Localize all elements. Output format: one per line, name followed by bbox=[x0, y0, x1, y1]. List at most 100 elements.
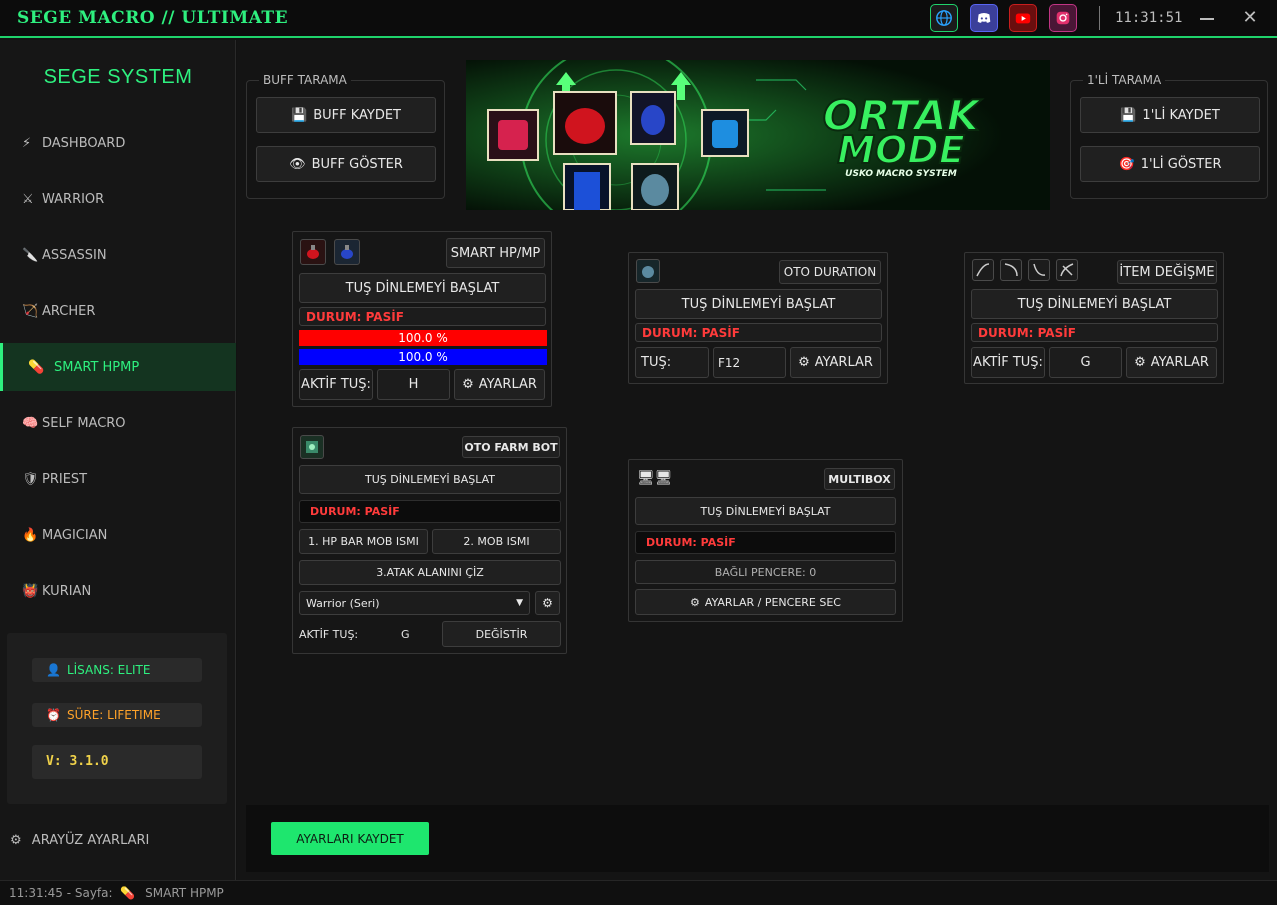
sidebar-item-self-macro[interactable]: 🧠 SELF MACRO bbox=[0, 399, 236, 447]
bow-slot-2-icon bbox=[1000, 259, 1022, 281]
youtube-button[interactable] bbox=[1009, 4, 1037, 32]
oto-duration-settings-button[interactable]: ⚙ AYARLAR bbox=[790, 347, 881, 378]
smart-hpmp-panel: SMART HP/MP TUŞ DİNLEMEYİ BAŞLAT DURUM: … bbox=[292, 231, 552, 407]
oto-duration-title-button[interactable]: OTO DURATION bbox=[779, 260, 881, 284]
gear-icon: ⚙ bbox=[10, 833, 22, 848]
sidebar-item-dashboard[interactable]: ⚡ DASHBOARD bbox=[0, 119, 236, 167]
item-swap-title-button[interactable]: İTEM DEĞİŞME bbox=[1117, 260, 1217, 284]
banner-subtitle: USKO MACRO SYSTEM bbox=[845, 169, 957, 179]
multibox-status: DURUM: PASİF bbox=[635, 531, 896, 554]
monitor-icon-1: 🖥 bbox=[637, 470, 655, 486]
farm-bot-mob2-button[interactable]: 2. MOB ISMI bbox=[432, 529, 561, 554]
smart-hpmp-title-button[interactable]: SMART HP/MP bbox=[446, 238, 545, 268]
sidebar-item-label: ARCHER bbox=[42, 303, 96, 319]
license-box: 👤 LİSANS: ELITE ⏰ SÜRE: LIFETIME V: 3.1.… bbox=[7, 633, 227, 804]
smart-hpmp-listen-button[interactable]: TUŞ DİNLEMEYİ BAŞLAT bbox=[299, 273, 546, 303]
bow-slot-4-icon bbox=[1056, 259, 1078, 281]
pill-icon: 💊 bbox=[28, 359, 45, 375]
sidebar-item-label: PRIEST bbox=[42, 471, 88, 487]
version-label: V: 3.1.0 bbox=[32, 745, 202, 779]
swords-icon: ⚔ bbox=[22, 191, 34, 207]
gear-icon: ⚙ bbox=[542, 596, 553, 610]
class-select-dropdown[interactable]: Warrior (Seri) ▼ bbox=[299, 591, 530, 615]
farm-bot-gear-button[interactable]: ⚙ bbox=[535, 591, 560, 615]
oto-duration-panel: OTO DURATION TUŞ DİNLEMEYİ BAŞLAT DURUM:… bbox=[628, 252, 888, 384]
target-icon: 🎯 bbox=[1118, 156, 1135, 172]
gear-icon: ⚙ bbox=[1134, 355, 1146, 370]
ui-settings-link[interactable]: ⚙ ARAYÜZ AYARLARI bbox=[10, 833, 149, 848]
discord-icon bbox=[977, 13, 991, 23]
duration-badge: ⏰ SÜRE: LIFETIME bbox=[32, 703, 202, 727]
single-show-label: 1'Lİ GÖSTER bbox=[1140, 156, 1222, 172]
ui-settings-label: ARAYÜZ AYARLARI bbox=[31, 833, 150, 848]
hp-potion-icon bbox=[300, 239, 326, 265]
oto-duration-key-label: TUŞ: bbox=[635, 347, 709, 378]
sidebar-item-label: SELF MACRO bbox=[42, 415, 126, 431]
ogre-icon: 👹 bbox=[22, 583, 39, 599]
close-button[interactable]: ✕ bbox=[1240, 8, 1260, 28]
bow-icon: 🏹 bbox=[22, 303, 39, 319]
single-show-button[interactable]: 🎯 1'Lİ GÖSTER bbox=[1080, 146, 1260, 182]
smart-hpmp-settings-button[interactable]: ⚙ AYARLAR bbox=[454, 369, 545, 400]
item-swap-settings-label: AYARLAR bbox=[1150, 355, 1209, 370]
buff-show-button[interactable]: 👁 BUFF GÖSTER bbox=[256, 146, 436, 182]
sidebar-item-archer[interactable]: 🏹 ARCHER bbox=[0, 287, 236, 335]
multibox-settings-button[interactable]: ⚙ AYARLAR / PENCERE SEC bbox=[635, 589, 896, 615]
oto-duration-listen-button[interactable]: TUŞ DİNLEMEYİ BAŞLAT bbox=[635, 289, 882, 319]
multibox-settings-label: AYARLAR / PENCERE SEC bbox=[704, 595, 841, 609]
item-swap-status: DURUM: PASİF bbox=[971, 323, 1218, 342]
multibox-panel: 🖥🖥 MULTIBOX TUŞ DİNLEMEYİ BAŞLAT DURUM: … bbox=[628, 459, 903, 622]
multibox-title-button[interactable]: MULTIBOX bbox=[824, 468, 895, 490]
sidebar-item-label: SMART HPMP bbox=[54, 359, 140, 375]
sidebar-item-warrior[interactable]: ⚔ WARRIOR bbox=[0, 175, 236, 223]
floppy-icon: 💾 bbox=[291, 107, 308, 123]
farm-bot-attack-area-button[interactable]: 3.ATAK ALANINI ÇİZ bbox=[299, 560, 561, 585]
fire-icon: 🔥 bbox=[22, 527, 39, 543]
multibox-listen-button[interactable]: TUŞ DİNLEMEYİ BAŞLAT bbox=[635, 497, 896, 525]
buff-save-button[interactable]: 💾 BUFF KAYDET bbox=[256, 97, 436, 133]
web-button[interactable] bbox=[930, 4, 958, 32]
single-save-button[interactable]: 💾 1'Lİ KAYDET bbox=[1080, 97, 1260, 133]
monitor-icon: 🖥🖥 bbox=[637, 470, 673, 486]
farm-bot-panel: OTO FARM BOT TUŞ DİNLEMEYİ BAŞLAT DURUM:… bbox=[292, 427, 567, 654]
status-time-page: 11:31:45 - Sayfa: bbox=[9, 886, 113, 900]
oto-duration-status: DURUM: PASİF bbox=[635, 323, 882, 342]
farm-bot-key-label: AKTİF TUŞ: bbox=[299, 628, 359, 641]
item-swap-settings-button[interactable]: ⚙ AYARLAR bbox=[1126, 347, 1217, 378]
sidebar-item-label: DASHBOARD bbox=[42, 135, 126, 151]
buff-save-label: BUFF KAYDET bbox=[313, 107, 401, 123]
user-icon: 👤 bbox=[46, 663, 61, 677]
monitor-icon-2: 🖥 bbox=[654, 470, 673, 486]
status-page-name: SMART HPMP bbox=[145, 886, 224, 900]
farm-bot-mob1-button[interactable]: 1. HP BAR MOB ISMI bbox=[299, 529, 428, 554]
minimize-button[interactable] bbox=[1197, 8, 1217, 28]
sidebar-item-label: ASSASSIN bbox=[42, 247, 107, 263]
sidebar-item-smart-hpmp[interactable]: 💊 SMART HPMP bbox=[0, 343, 236, 391]
item-swap-listen-button[interactable]: TUŞ DİNLEMEYİ BAŞLAT bbox=[971, 289, 1218, 319]
bow-slot-1-icon bbox=[972, 259, 994, 281]
gear-icon: ⚙ bbox=[462, 377, 474, 392]
save-settings-button[interactable]: AYARLARI KAYDET bbox=[271, 822, 429, 855]
buff-scan-title: BUFF TARAMA bbox=[259, 73, 351, 87]
item-swap-key-input[interactable]: G bbox=[1049, 347, 1122, 378]
farm-bot-change-button[interactable]: DEĞİSTİR bbox=[442, 621, 561, 647]
item-swap-panel: İTEM DEĞİŞME TUŞ DİNLEMEYİ BAŞLAT DURUM:… bbox=[964, 252, 1224, 384]
sidebar-item-priest[interactable]: 🛡 PRIEST bbox=[0, 455, 236, 503]
license-badge: 👤 LİSANS: ELITE bbox=[32, 658, 202, 682]
discord-button[interactable] bbox=[970, 4, 998, 32]
clock: 11:31:51 bbox=[1115, 10, 1183, 26]
duration-text: SÜRE: LIFETIME bbox=[66, 708, 161, 722]
oto-duration-key-input[interactable]: F12 bbox=[713, 347, 786, 378]
farm-bot-listen-button[interactable]: TUŞ DİNLEMEYİ BAŞLAT bbox=[299, 465, 561, 494]
sidebar-item-label: WARRIOR bbox=[42, 191, 105, 207]
sidebar-item-assassin[interactable]: 🔪 ASSASSIN bbox=[0, 231, 236, 279]
web-icon bbox=[936, 10, 952, 26]
farm-bot-title-button[interactable]: OTO FARM BOT bbox=[462, 436, 560, 458]
farm-bot-status: DURUM: PASİF bbox=[299, 500, 561, 523]
smart-hpmp-key-input[interactable]: H bbox=[377, 369, 450, 400]
sidebar-item-kurian[interactable]: 👹 KURIAN bbox=[0, 567, 236, 615]
brand-title: SEGE SYSTEM bbox=[43, 66, 193, 88]
instagram-button[interactable] bbox=[1049, 4, 1077, 32]
sidebar-item-magician[interactable]: 🔥 MAGICIAN bbox=[0, 511, 236, 559]
sidebar-item-label: KURIAN bbox=[42, 583, 92, 599]
